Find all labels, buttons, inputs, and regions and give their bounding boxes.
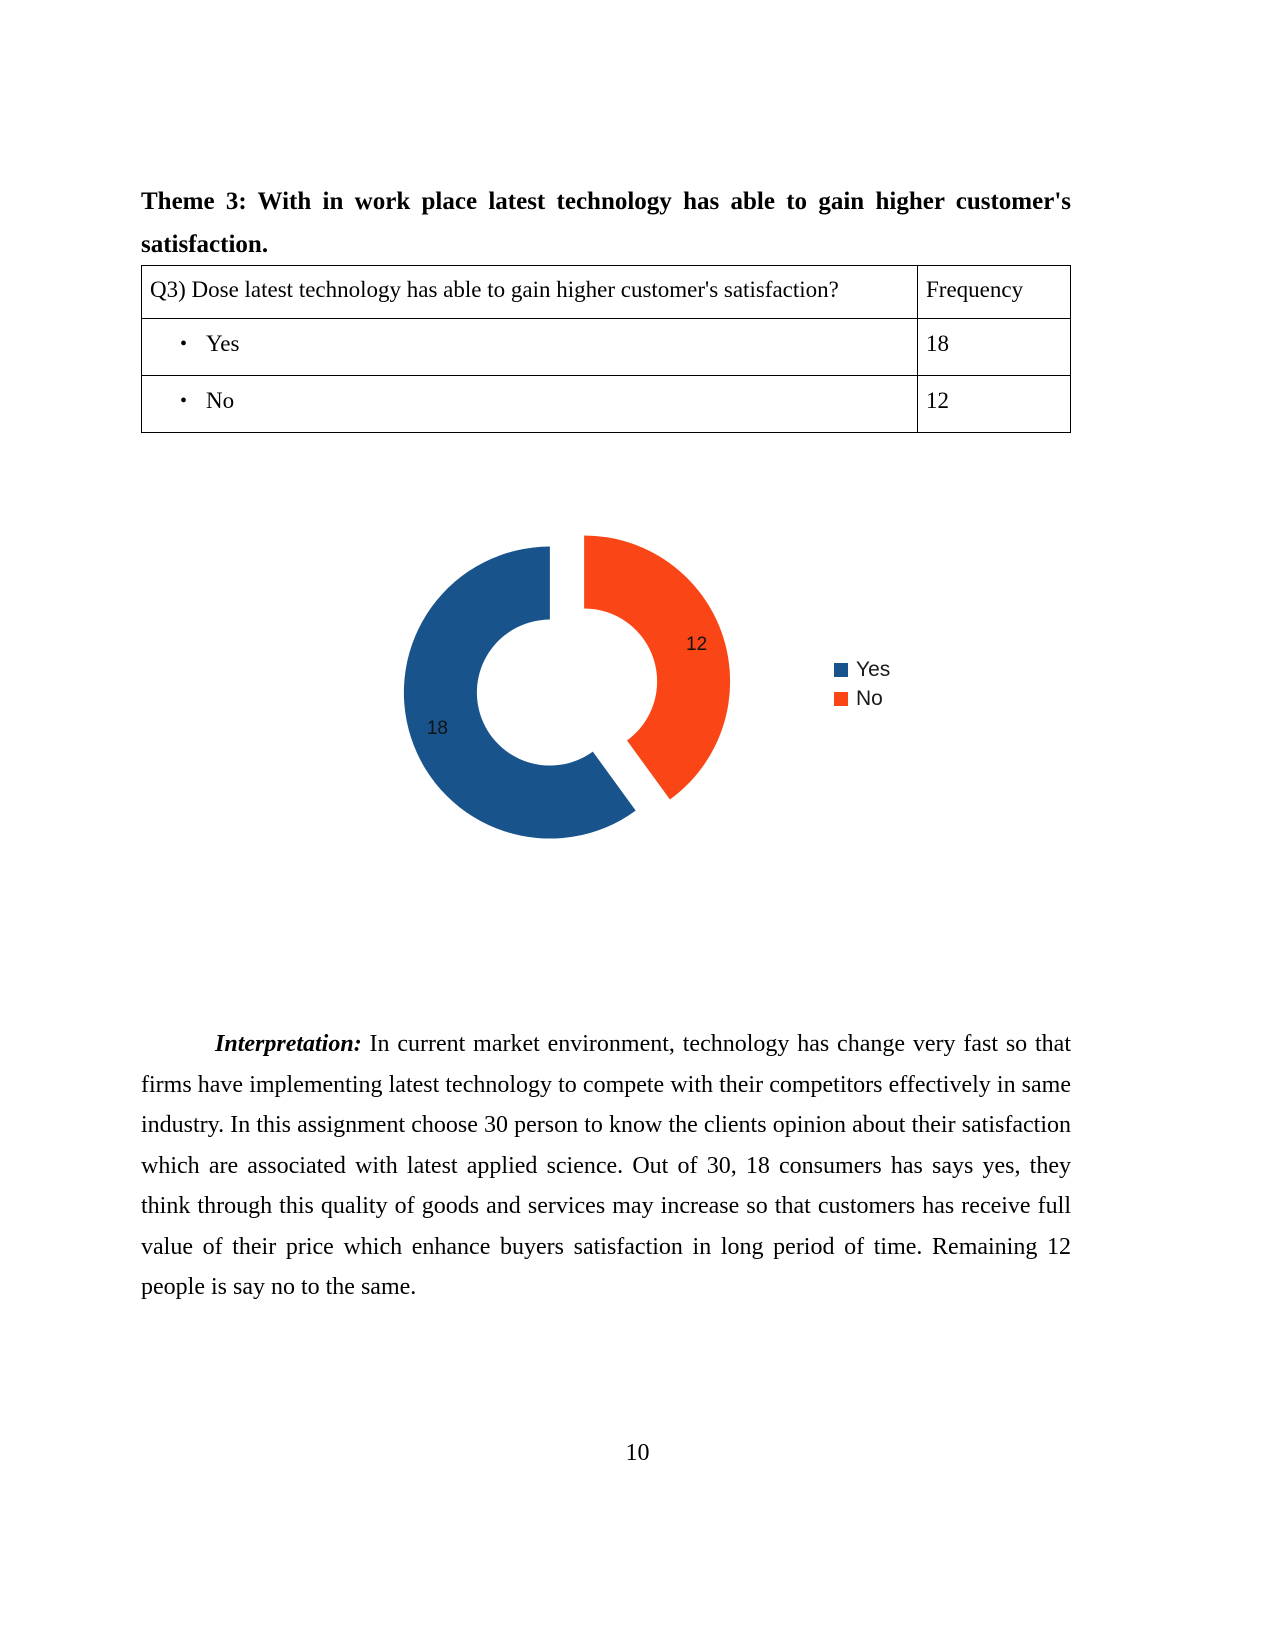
- table-cell-frequency-yes: 18: [917, 318, 1071, 376]
- doughnut-chart: 18 12 Yes No: [140, 455, 1075, 915]
- chart-legend: Yes No: [834, 655, 890, 713]
- bullet-icon: •: [180, 390, 188, 412]
- table-cell-option-yes: • Yes: [141, 318, 918, 376]
- bullet-item-no: • No: [142, 376, 917, 432]
- interpretation-paragraph: Interpretation: In current market enviro…: [141, 1024, 1071, 1308]
- frequency-value-yes: 18: [926, 331, 949, 356]
- legend-swatch-icon-yes: [834, 662, 848, 677]
- legend-label-no: No: [856, 687, 883, 710]
- page-number: 10: [625, 1440, 650, 1466]
- bullet-item-yes: • Yes: [142, 319, 917, 375]
- option-label-yes: Yes: [206, 331, 240, 356]
- page-title: Theme 3: With in work place latest techn…: [141, 188, 1071, 258]
- doughnut-chart-svg: 18 12: [403, 535, 731, 839]
- option-label-no: No: [206, 388, 235, 413]
- table-cell-frequency-no: 12: [917, 375, 1071, 433]
- legend-item-yes: Yes: [834, 655, 890, 684]
- pie-slice-no: [584, 535, 731, 800]
- table-header-question-cell: Q3) Dose latest technology has able to g…: [141, 265, 918, 319]
- legend-swatch-icon-no: [834, 691, 848, 706]
- pie-slice-label-yes: 18: [427, 718, 448, 739]
- table-cell-option-no: • No: [141, 375, 918, 433]
- pie-slice-label-no: 12: [686, 634, 707, 655]
- interpretation-lead: Interpretation:: [215, 1031, 362, 1057]
- legend-item-no: No: [834, 684, 890, 713]
- frequency-value-no: 12: [926, 388, 949, 413]
- document-page: Theme 3: With in work place latest techn…: [0, 0, 1275, 1650]
- table-header-row: Q3) Dose latest technology has able to g…: [141, 265, 1071, 319]
- bullet-icon: •: [180, 333, 188, 355]
- table-row: • No 12: [141, 375, 1071, 433]
- legend-label-yes: Yes: [856, 658, 891, 681]
- table-header-frequency-text: Frequency: [926, 277, 1024, 302]
- interpretation-body: In current market environment, technolog…: [141, 1031, 1071, 1300]
- table-header-frequency-cell: Frequency: [917, 265, 1071, 319]
- table-row: • Yes 18: [141, 318, 1071, 376]
- table-header-question-text: Q3) Dose latest technology has able to g…: [150, 277, 839, 302]
- frequency-table: Q3) Dose latest technology has able to g…: [141, 265, 1071, 433]
